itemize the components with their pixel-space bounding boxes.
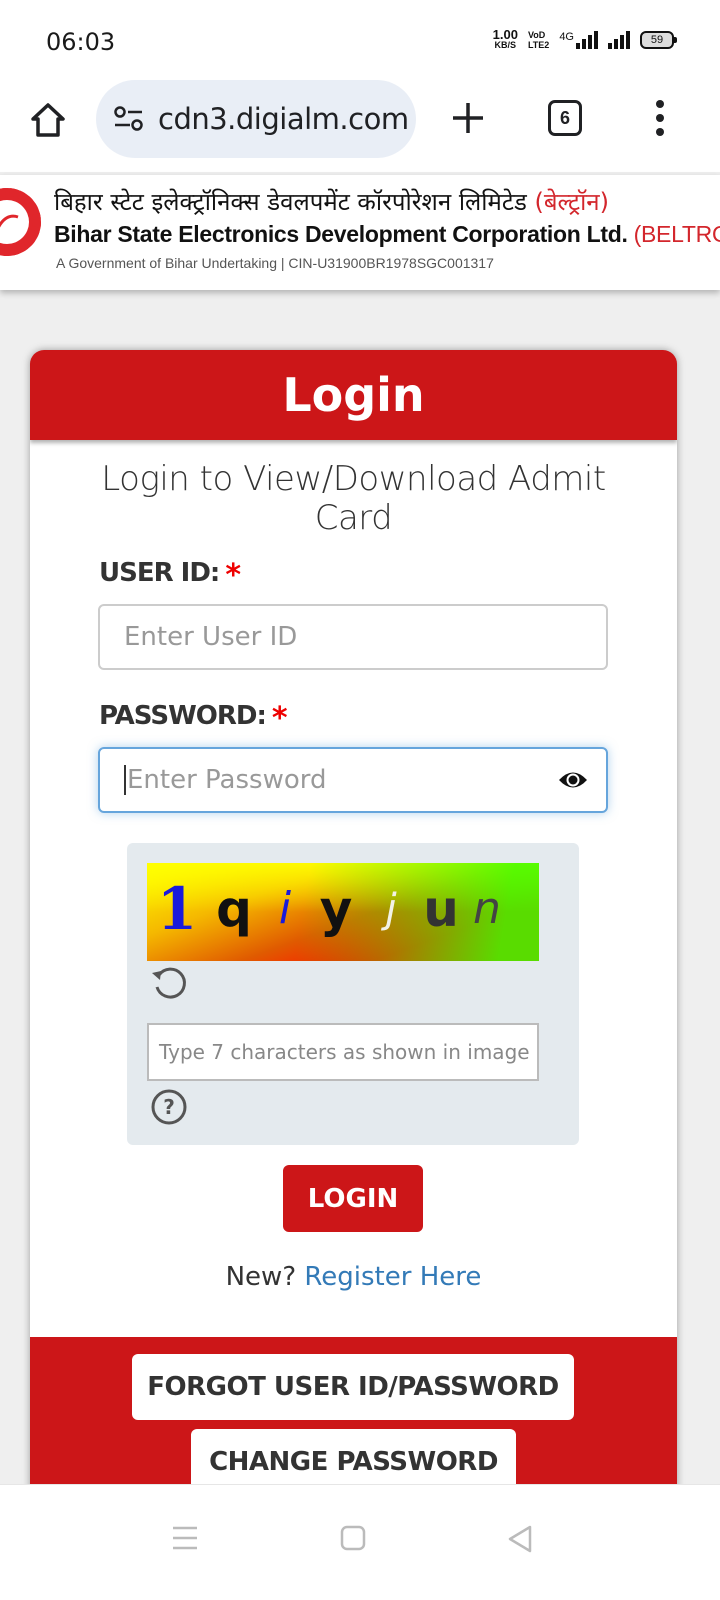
captcha-char: u <box>423 880 459 938</box>
recent-apps-icon[interactable] <box>172 1525 198 1551</box>
captcha-characters: 1qiyjun <box>151 875 507 943</box>
dot-icon <box>656 114 664 122</box>
forgot-credentials-button[interactable]: FORGOT USER ID/PASSWORD <box>132 1354 574 1420</box>
captcha-panel: 1qiyjun Type 7 characters as shown in im… <box>127 843 579 1145</box>
site-settings-icon[interactable] <box>112 104 146 134</box>
volte-icon: VoD LTE2 <box>528 30 549 50</box>
svg-text:?: ? <box>163 1095 175 1119</box>
network-speed-unit: KB/S <box>494 40 517 50</box>
password-input[interactable]: Enter Password <box>98 747 608 813</box>
home-icon <box>31 103 65 137</box>
required-asterisk: * <box>225 558 241 593</box>
user-id-label-text: USER ID: <box>99 558 220 588</box>
login-card: Login Login to View/Download Admit Card … <box>30 350 677 1550</box>
home-nav-icon[interactable] <box>340 1525 366 1551</box>
new-tab-button[interactable] <box>446 96 490 140</box>
volte-top: VoD <box>527 30 546 40</box>
captcha-image: 1qiyjun <box>147 863 539 961</box>
banner-hindi-title: बिहार स्टेट इलेक्ट्रॉनिक्स डेवलपमेंट कॉर… <box>54 185 609 218</box>
english-title-text: Bihar State Electronics Development Corp… <box>54 221 628 247</box>
hindi-title-text: बिहार स्टेट इलेक्ट्रॉनिक्स डेवलपमेंट कॉर… <box>54 188 527 216</box>
captcha-placeholder: Type 7 characters as shown in image <box>159 1040 530 1064</box>
register-link[interactable]: Register Here <box>304 1262 481 1292</box>
network-speed: 1.00 KB/S <box>492 27 518 50</box>
user-id-label: USER ID: * <box>99 558 241 593</box>
user-id-input[interactable]: Enter User ID <box>98 604 608 670</box>
browser-toolbar: cdn3.digialm.com 6 <box>0 78 720 172</box>
text-caret <box>124 765 126 795</box>
system-navigation-bar <box>0 1484 720 1600</box>
required-asterisk: * <box>271 701 288 736</box>
url-text[interactable]: cdn3.digialm.com <box>158 102 409 136</box>
plus-icon <box>453 103 483 133</box>
network-speed-value: 1.00 <box>492 27 518 42</box>
user-id-placeholder: Enter User ID <box>124 622 298 652</box>
captcha-char: 1 <box>156 875 198 943</box>
banner-subtitle: A Government of Bihar Undertaking | CIN-… <box>56 255 494 271</box>
beltron-logo <box>0 188 41 256</box>
captcha-char: q <box>216 880 252 938</box>
login-title: Login <box>282 368 425 422</box>
battery-icon: 59 <box>640 31 677 49</box>
password-label-text: PASSWORD: <box>99 701 267 731</box>
volte-bottom: LTE2 <box>527 40 550 50</box>
english-abbr: (BELTRON) <box>633 221 720 247</box>
back-nav-icon[interactable] <box>507 1525 533 1553</box>
hindi-abbr: (बेल्ट्रॉन) <box>534 188 609 216</box>
dot-icon <box>656 128 664 136</box>
address-bar[interactable]: cdn3.digialm.com <box>96 80 416 158</box>
captcha-char: j <box>385 886 397 932</box>
more-menu-button[interactable] <box>648 96 672 140</box>
home-button[interactable] <box>24 96 72 144</box>
show-password-icon[interactable] <box>558 769 588 791</box>
login-card-header: Login <box>30 350 677 440</box>
password-label: PASSWORD: * <box>99 701 288 736</box>
help-icon[interactable]: ? <box>149 1087 189 1127</box>
tab-switcher-button[interactable]: 6 <box>548 100 582 136</box>
status-bar: 06:03 1.00 KB/S VoD LTE2 4G 59 <box>0 0 720 78</box>
password-placeholder: Enter Password <box>127 765 327 795</box>
signal-icon <box>608 31 630 49</box>
captcha-char: y <box>319 880 353 938</box>
network-type: 4G <box>559 31 574 43</box>
signal-4g-icon: 4G <box>559 31 598 49</box>
captcha-char: i <box>278 883 292 934</box>
register-line: New? Register Here <box>30 1262 677 1292</box>
login-subtitle: Login to View/Download Admit Card <box>101 459 606 538</box>
login-button[interactable]: LOGIN <box>283 1165 423 1232</box>
banner-english-title: Bihar State Electronics Development Corp… <box>54 221 720 248</box>
captcha-char: n <box>473 883 501 934</box>
status-icons: 1.00 KB/S VoD LTE2 4G 59 <box>492 27 677 50</box>
organization-banner: बिहार स्टेट इलेक्ट्रॉनिक्स डेवलपमेंट कॉर… <box>0 175 720 290</box>
refresh-captcha-icon[interactable] <box>149 963 189 1003</box>
dot-icon <box>656 100 664 108</box>
register-prefix: New? <box>225 1262 297 1292</box>
status-time: 06:03 <box>46 28 116 56</box>
captcha-input[interactable]: Type 7 characters as shown in image <box>147 1023 539 1081</box>
